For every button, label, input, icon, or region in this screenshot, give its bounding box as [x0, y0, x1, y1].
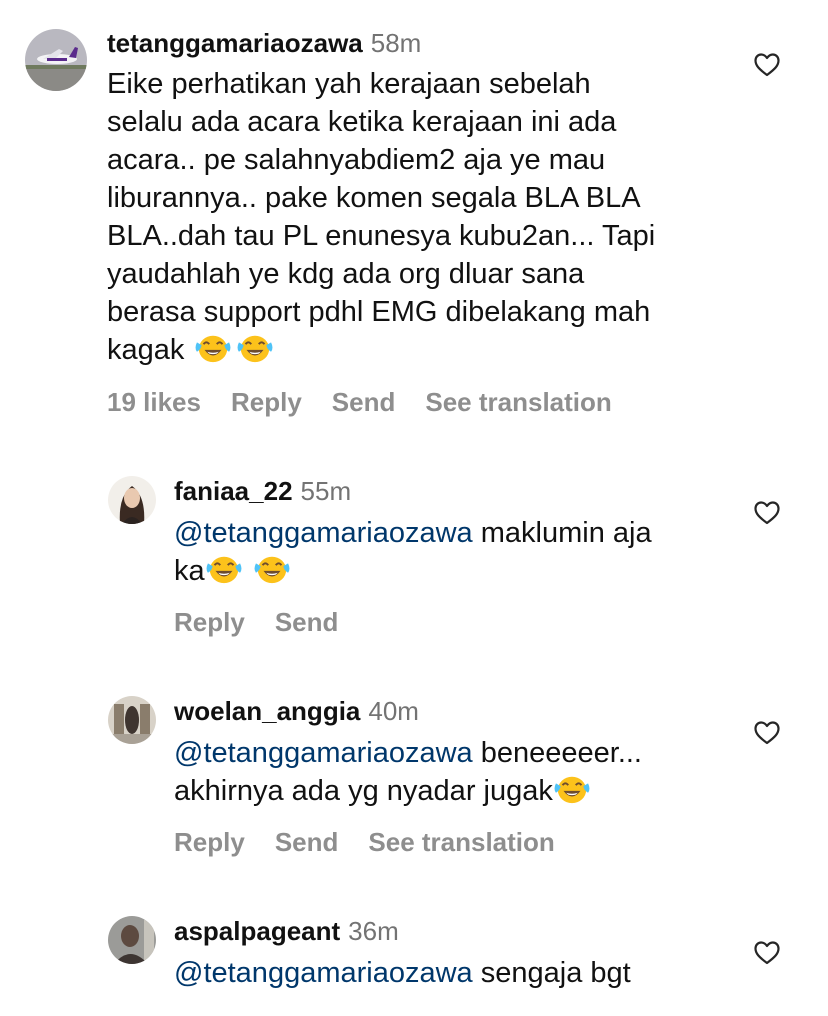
comment-line-text: maklumin aja	[480, 517, 652, 549]
comment-line: liburannya.. pake komen segala BLA BLA	[107, 182, 641, 214]
timestamp: 40m	[368, 696, 419, 726]
comment-line: Eike perhatikan yah kerajaan sebelah	[107, 68, 591, 100]
reply-button[interactable]: Reply	[174, 827, 245, 857]
heart-outline-icon[interactable]	[754, 501, 780, 525]
reply-item: woelan_anggia 40m @tetanggamariaozawa ben…	[0, 690, 828, 890]
comment-header: aspalpageant 36m	[174, 916, 399, 946]
heart-outline-icon[interactable]	[754, 53, 780, 77]
comment-actions: Reply Send	[174, 607, 368, 637]
face-with-tears-of-joy-icon	[553, 772, 591, 806]
heart-outline-icon[interactable]	[754, 941, 780, 965]
avatar[interactable]	[25, 29, 87, 91]
comment-item: tetanggamariaozawa 58m Eike perhatikan ya…	[0, 0, 828, 440]
comment-header: faniaa_22 55m	[174, 476, 351, 506]
likes-count[interactable]: 19 likes	[107, 387, 201, 417]
comment-line-text: akhirnya ada yg nyadar jugak	[174, 775, 553, 807]
comment-line: @tetanggamariaozawa beneeeeer...	[174, 734, 642, 772]
avatar[interactable]	[108, 696, 156, 744]
reply-item: faniaa_22 55m @tetanggamariaozawa maklumi…	[0, 470, 828, 670]
portrait-avatar-icon	[108, 476, 156, 524]
person-avatar-icon	[108, 916, 156, 964]
username[interactable]: aspalpageant	[174, 916, 340, 946]
comment-header: woelan_anggia 40m	[174, 696, 419, 726]
comment-line: BLA..dah tau PL enunesya kubu2an... Tapi	[107, 220, 656, 252]
comment-line-text: kagak	[107, 334, 185, 366]
face-with-tears-of-joy-icon	[205, 552, 243, 586]
see-translation-button[interactable]: See translation	[425, 387, 611, 417]
mention-link[interactable]: @tetanggamariaozawa	[174, 737, 473, 769]
room-avatar-icon	[108, 696, 156, 744]
face-with-tears-of-joy-icon	[194, 331, 232, 365]
comment-line-text: ka	[174, 555, 205, 587]
mention-link[interactable]: @tetanggamariaozawa	[174, 517, 473, 549]
comment-line-text: sengaja bgt	[480, 957, 631, 989]
comment-actions: 19 likes Reply Send See translation	[107, 387, 642, 417]
comment-line: @tetanggamariaozawa sengaja bgt	[174, 954, 631, 992]
reply-button[interactable]: Reply	[174, 607, 245, 637]
comment-header: tetanggamariaozawa 58m	[107, 28, 421, 58]
reply-item: aspalpageant 36m @tetanggamariaozawa seng…	[0, 910, 828, 1016]
comment-line: acara.. pe salahnyabdiem2 aja ye mau	[107, 144, 606, 176]
heart-outline-icon[interactable]	[754, 721, 780, 745]
comment-line: yaudahlah ye kdg ada org dluar sana	[107, 258, 585, 290]
timestamp: 36m	[348, 916, 399, 946]
avatar[interactable]	[108, 476, 156, 524]
mention-link[interactable]: @tetanggamariaozawa	[174, 957, 473, 989]
comment-line-last: kagak	[107, 331, 655, 369]
send-button[interactable]: Send	[275, 827, 339, 857]
see-translation-button[interactable]: See translation	[368, 827, 554, 857]
comment-actions: Reply Send See translation	[174, 827, 585, 857]
comment-text: @tetanggamariaozawa sengaja bgt	[174, 954, 631, 992]
comment-text: @tetanggamariaozawa beneeeeer... akhirny…	[174, 734, 642, 810]
comment-line: ka	[174, 552, 652, 590]
reply-button[interactable]: Reply	[231, 387, 302, 417]
comment-line: selalu ada acara ketika kerajaan ini ada	[107, 106, 617, 138]
comment-line-text: beneeeeer...	[480, 737, 642, 769]
comment-line: akhirnya ada yg nyadar jugak	[174, 772, 642, 810]
comment-text: Eike perhatikan yah kerajaan sebelah sel…	[107, 65, 655, 369]
face-with-tears-of-joy-icon	[253, 552, 291, 586]
timestamp: 58m	[370, 28, 422, 58]
face-with-tears-of-joy-icon	[236, 331, 274, 365]
send-button[interactable]: Send	[275, 607, 339, 637]
timestamp: 55m	[300, 476, 352, 506]
comment-text: @tetanggamariaozawa maklumin aja ka	[174, 514, 652, 590]
avatar[interactable]	[108, 916, 156, 964]
send-button[interactable]: Send	[332, 387, 396, 417]
airplane-avatar-icon	[25, 29, 87, 91]
comment-line: berasa support pdhl EMG dibelakang mah	[107, 296, 651, 328]
username[interactable]: tetanggamariaozawa	[107, 28, 363, 58]
username[interactable]: faniaa_22	[174, 476, 293, 506]
username[interactable]: woelan_anggia	[174, 696, 360, 726]
comment-line: @tetanggamariaozawa maklumin aja	[174, 514, 652, 552]
